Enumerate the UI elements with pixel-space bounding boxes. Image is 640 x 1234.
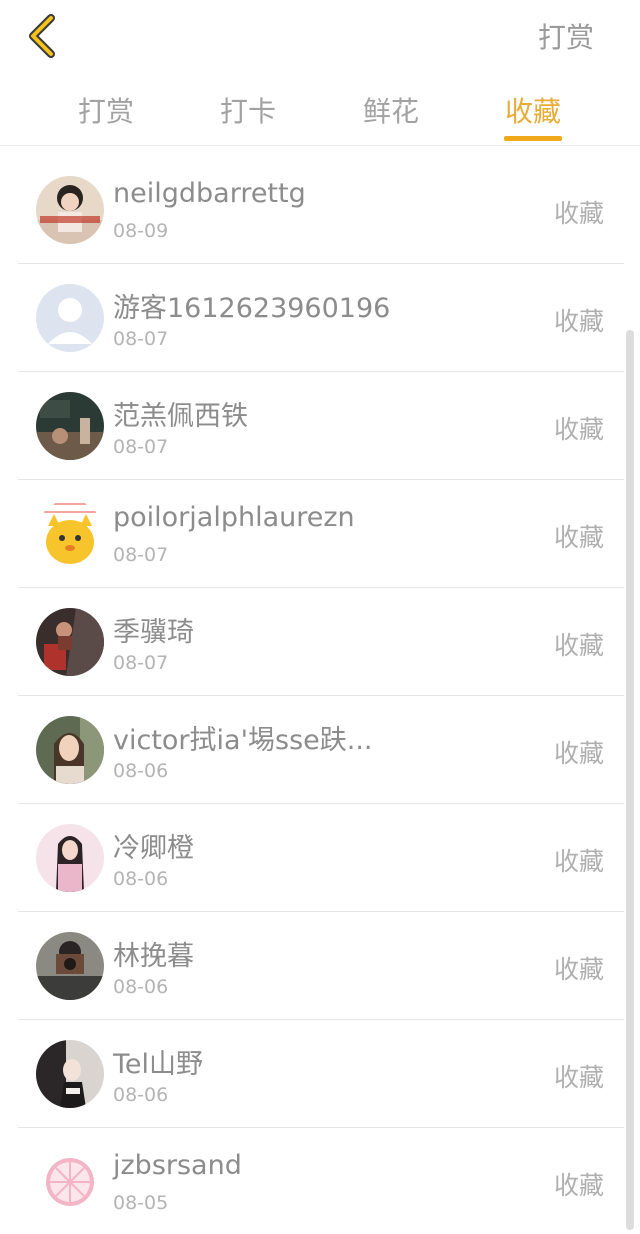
favorites-list: neilgdbarrettg 08-09 收藏 游客1612623960196 …: [18, 156, 624, 1234]
user-name: poilorjalphlaurezn: [113, 502, 355, 533]
user-name: 冷卿橙: [113, 833, 194, 864]
avatar[interactable]: [36, 932, 104, 1000]
favorite-date: 08-06: [113, 976, 169, 998]
list-item[interactable]: 林挽暮 08-06 收藏: [18, 912, 624, 1020]
list-item[interactable]: victor拭ia'埸sse趺... 08-06 收藏: [18, 696, 624, 804]
user-name: victor拭ia'埸sse趺...: [113, 725, 373, 756]
tab-favorites[interactable]: 收藏: [483, 90, 583, 130]
favorite-date: 08-07: [113, 436, 169, 458]
user-name: Tel山野: [113, 1049, 204, 1080]
tab-flowers[interactable]: 鲜花: [341, 90, 441, 130]
user-name: neilgdbarrettg: [113, 178, 306, 209]
avatar[interactable]: [36, 392, 104, 460]
favorite-label: 收藏: [553, 307, 604, 336]
tab-checkin[interactable]: 打卡: [198, 90, 298, 130]
chevron-left-icon: [29, 14, 55, 58]
header: 打赏: [0, 0, 640, 72]
scrollbar[interactable]: [626, 330, 634, 1230]
avatar[interactable]: [36, 1040, 104, 1108]
default-user-icon: [36, 284, 104, 352]
favorite-label: 收藏: [553, 955, 604, 984]
user-photo-icon: [36, 608, 104, 676]
lemon-slice-icon: [36, 1148, 104, 1216]
favorite-date: 08-07: [113, 328, 169, 350]
favorite-label: 收藏: [553, 415, 604, 444]
favorite-date: 08-05: [113, 1192, 169, 1214]
tab-reward[interactable]: 打赏: [56, 90, 156, 130]
favorite-date: 08-09: [113, 220, 169, 242]
avatar[interactable]: [36, 284, 104, 352]
user-photo-icon: [36, 932, 104, 1000]
user-name: 游客1612623960196: [113, 293, 391, 324]
favorite-date: 08-06: [113, 760, 169, 782]
avatar[interactable]: [36, 608, 104, 676]
favorite-label: 收藏: [553, 1171, 604, 1200]
favorite-label: 收藏: [553, 847, 604, 876]
list-item[interactable]: 季骥琦 08-07 收藏: [18, 588, 624, 696]
favorite-date: 08-07: [113, 544, 169, 566]
list-item[interactable]: poilorjalphlaurezn 08-07 收藏: [18, 480, 624, 588]
favorite-label: 收藏: [553, 199, 604, 228]
header-reward-button[interactable]: 打赏: [538, 16, 594, 56]
user-name: 范羔佩西铁: [113, 401, 248, 432]
user-photo-icon: [36, 392, 104, 460]
avatar[interactable]: [36, 716, 104, 784]
avatar[interactable]: [36, 176, 104, 244]
avatar[interactable]: [36, 500, 104, 568]
list-item[interactable]: neilgdbarrettg 08-09 收藏: [18, 156, 624, 264]
list-item[interactable]: Tel山野 08-06 收藏: [18, 1020, 624, 1128]
list-item[interactable]: 冷卿橙 08-06 收藏: [18, 804, 624, 912]
user-photo-icon: [36, 176, 104, 244]
back-button[interactable]: [18, 8, 66, 64]
favorite-label: 收藏: [553, 523, 604, 552]
list-item[interactable]: 范羔佩西铁 08-07 收藏: [18, 372, 624, 480]
favorite-label: 收藏: [553, 1063, 604, 1092]
avatar[interactable]: [36, 824, 104, 892]
favorite-date: 08-06: [113, 1084, 169, 1106]
user-name: 季骥琦: [113, 617, 194, 648]
favorite-date: 08-07: [113, 652, 169, 674]
favorite-date: 08-06: [113, 868, 169, 890]
user-photo-icon: [36, 1040, 104, 1108]
user-name: jzbsrsand: [113, 1150, 242, 1181]
list-item[interactable]: 游客1612623960196 08-07 收藏: [18, 264, 624, 372]
user-photo-icon: [36, 716, 104, 784]
user-photo-icon: [36, 824, 104, 892]
list-item[interactable]: jzbsrsand 08-05 收藏: [18, 1128, 624, 1234]
favorite-label: 收藏: [553, 739, 604, 768]
avatar[interactable]: [36, 1148, 104, 1216]
active-tab-indicator: [504, 136, 562, 141]
favorite-label: 收藏: [553, 631, 604, 660]
cartoon-cat-icon: [36, 500, 104, 568]
user-name: 林挽暮: [113, 941, 194, 972]
app-root: 打赏 打赏 打卡 鲜花 收藏 neilgdbarrettg 08-09 收藏 游…: [0, 0, 640, 1234]
